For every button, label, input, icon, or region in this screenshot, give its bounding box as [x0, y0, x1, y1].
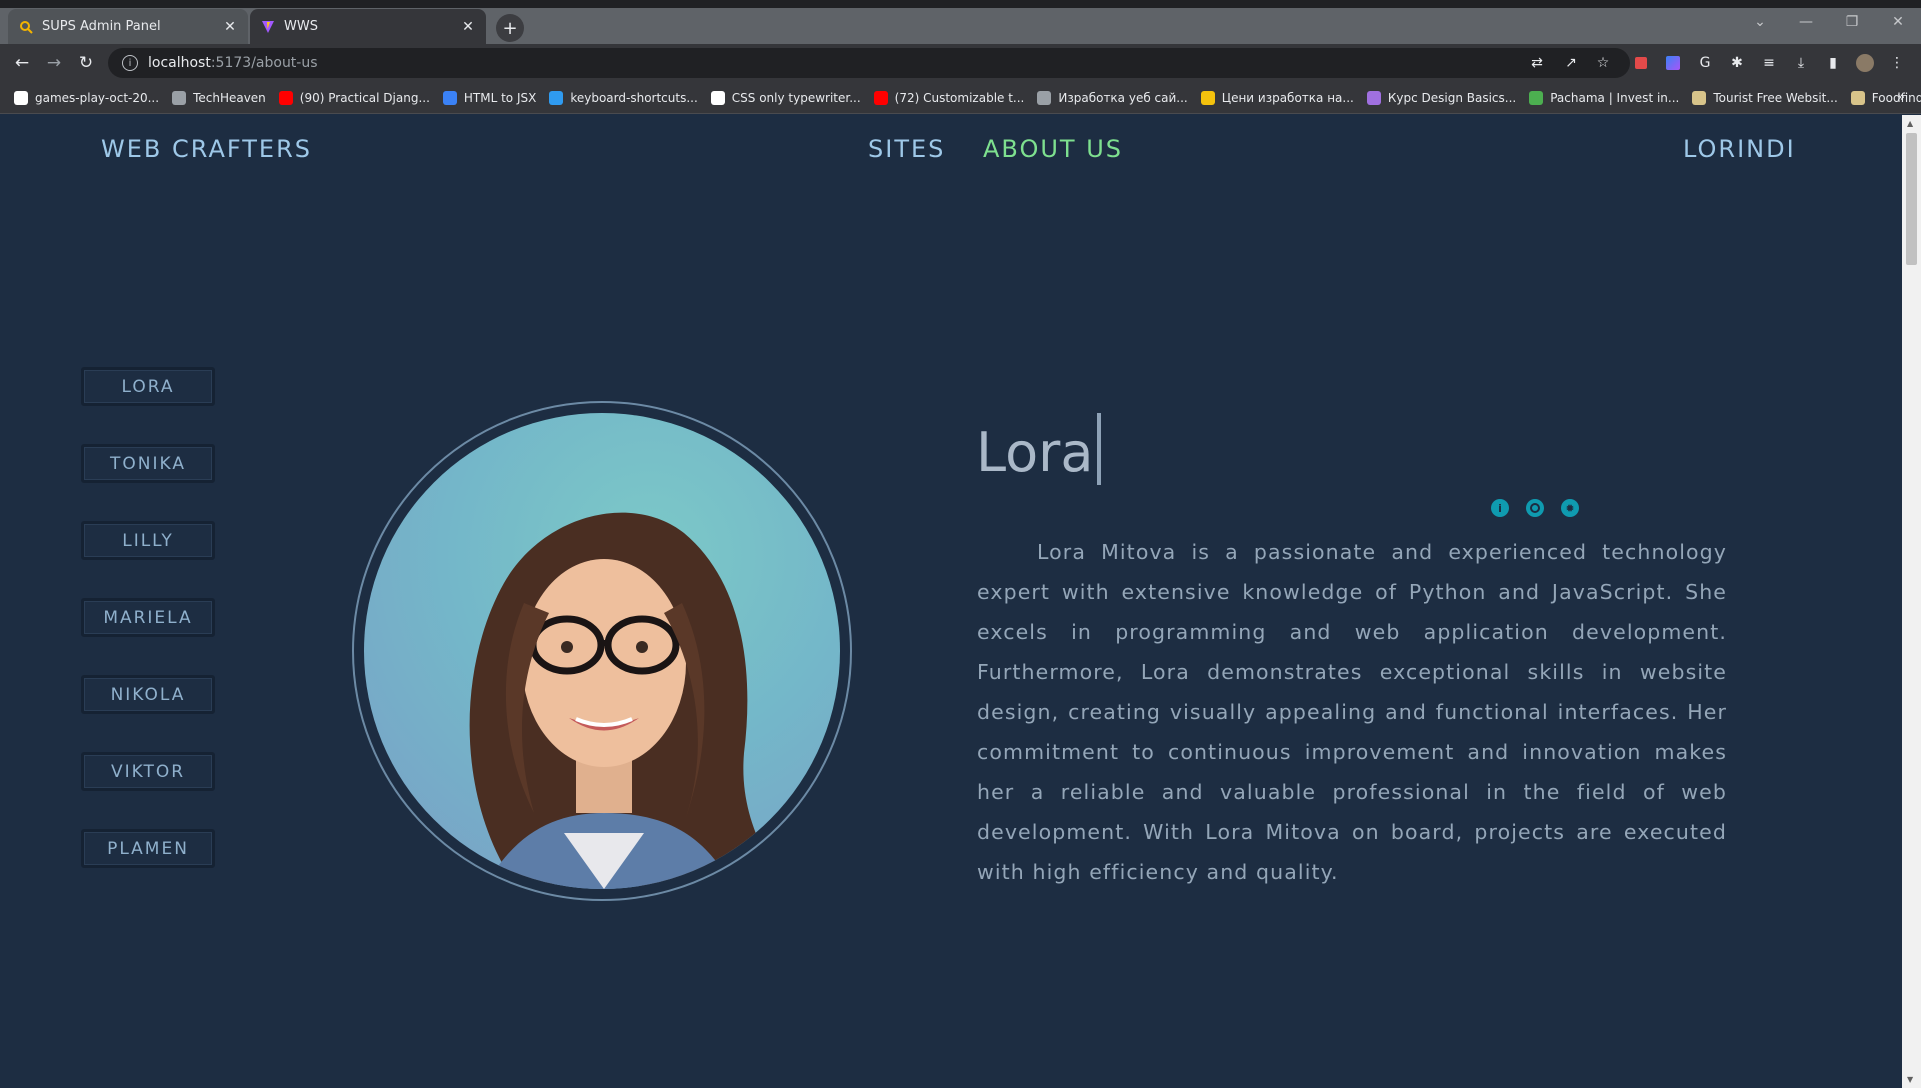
bookmarks-bar: games-play-oct-20... TechHeaven (90) Pract… — [0, 82, 1921, 114]
address-bar: ← → ↻ i localhost:5173/about-us ⇄ ↗ ☆ G … — [0, 44, 1921, 82]
bookmark-item[interactable]: Изработка уеб сай... — [1037, 90, 1188, 105]
tab-search-icon[interactable]: ⌄ — [1737, 8, 1783, 36]
bookmark-item[interactable]: CSS only typewriter... — [710, 90, 861, 105]
bookmark-item[interactable]: (72) Customizable t... — [873, 90, 1025, 105]
profile-photo — [364, 413, 840, 889]
bookmark-label: Tourist Free Websit... — [1713, 90, 1838, 105]
close-tab-icon[interactable]: ✕ — [460, 19, 476, 35]
tab-title: WWS — [284, 19, 318, 34]
github-icon[interactable] — [1526, 499, 1544, 517]
scroll-up-icon[interactable]: ▲ — [1907, 119, 1913, 128]
bookmark-label: Цени изработка на... — [1221, 90, 1354, 105]
close-tab-icon[interactable]: ✕ — [222, 19, 238, 35]
bookmark-favicon-icon — [278, 90, 293, 105]
bookmark-favicon-icon — [549, 90, 564, 105]
extension-red-icon[interactable] — [1632, 54, 1650, 72]
bookmark-favicon-icon — [710, 90, 725, 105]
side-panel-icon[interactable]: ▮ — [1824, 54, 1842, 72]
bookmark-favicon-icon — [14, 90, 28, 105]
bookmark-label: games-play-oct-20... — [35, 90, 160, 105]
bookmark-star-icon[interactable]: ☆ — [1594, 54, 1612, 72]
bookmark-item[interactable]: Курс Design Basics... — [1366, 90, 1517, 105]
menu-kebab-icon[interactable]: ⋮ — [1888, 54, 1906, 72]
tab-wws[interactable]: WWS ✕ — [250, 9, 486, 44]
bookmark-favicon-icon — [1850, 90, 1865, 105]
tab-title: SUPS Admin Panel — [42, 19, 161, 34]
reload-icon[interactable]: ↻ — [74, 51, 98, 75]
bookmark-label: (90) Practical Djang... — [299, 90, 430, 105]
bookmark-item[interactable]: games-play-oct-20... — [14, 90, 160, 105]
share-icon[interactable]: ↗ — [1562, 54, 1580, 72]
bookmark-item[interactable]: Foodfinda Free We... — [1850, 90, 1921, 105]
new-tab-button[interactable]: + — [496, 14, 524, 42]
member-button-nikola[interactable]: NIKOLA — [81, 675, 215, 714]
page-scrollbar[interactable]: ▲ ▼ — [1902, 115, 1921, 1088]
scrollbar-thumb[interactable] — [1906, 133, 1917, 265]
browser-tab-bar: SUPS Admin Panel ✕ WWS ✕ + ⌄ — ❐ ✕ — [0, 0, 1921, 44]
bookmark-favicon-icon — [1529, 90, 1544, 105]
nav-about-us[interactable]: ABOUT US — [983, 135, 1123, 163]
forward-arrow-icon[interactable]: → — [42, 51, 66, 75]
profile-bio: Lora Mitova is a passionate and experien… — [977, 540, 1727, 884]
bookmark-item[interactable]: Цени изработка на... — [1200, 90, 1354, 105]
close-window-button[interactable]: ✕ — [1875, 8, 1921, 36]
extensions-puzzle-icon[interactable]: ✱ — [1728, 54, 1746, 72]
gear-icon[interactable]: ✹ — [1561, 499, 1579, 517]
site-info-icon[interactable]: i — [122, 55, 138, 71]
bookmarks-overflow-icon[interactable]: » — [1897, 90, 1905, 105]
bookmark-label: CSS only typewriter... — [731, 90, 861, 105]
bookmark-label: Pachama | Invest in... — [1550, 90, 1680, 105]
bookmark-favicon-icon — [1037, 90, 1052, 105]
scroll-down-icon[interactable]: ▼ — [1907, 1075, 1913, 1084]
bookmark-favicon-icon — [1692, 90, 1707, 105]
profile-name: Lora — [976, 421, 1094, 484]
bookmark-item[interactable]: HTML to JSX — [442, 90, 537, 105]
member-button-plamen[interactable]: PLAMEN — [81, 829, 215, 868]
bookmark-favicon-icon — [873, 90, 888, 105]
brand-logo[interactable]: WEB CRAFTERS — [101, 135, 312, 163]
url-host: localhost — [148, 55, 211, 71]
typewriter-caret — [1097, 413, 1102, 485]
bookmark-item[interactable]: Pachama | Invest in... — [1529, 90, 1680, 105]
bookmark-label: Изработка уеб сай... — [1058, 90, 1188, 105]
bookmark-favicon-icon — [1366, 90, 1381, 105]
grammarly-icon[interactable]: G — [1696, 54, 1714, 72]
member-button-viktor[interactable]: VIKTOR — [81, 752, 215, 791]
bookmark-item[interactable]: Tourist Free Websit... — [1692, 90, 1838, 105]
bookmark-label: TechHeaven — [193, 90, 266, 105]
bookmark-label: (72) Customizable t... — [894, 90, 1025, 105]
bookmark-label: HTML to JSX — [463, 90, 537, 105]
member-button-lora[interactable]: LORA — [81, 367, 215, 406]
bookmark-label: keyboard-shortcuts... — [570, 90, 698, 105]
team-member-list: LORA TONIKA LILLY MARIELA NIKOLA VIKTOR … — [81, 367, 217, 906]
bookmark-favicon-icon — [1200, 90, 1215, 105]
bookmark-item[interactable]: keyboard-shortcuts... — [549, 90, 698, 105]
nav-user-profile[interactable]: LORINDI — [1683, 135, 1796, 163]
bookmark-item[interactable]: TechHeaven — [172, 90, 266, 105]
tab-sups-admin[interactable]: SUPS Admin Panel ✕ — [8, 9, 248, 44]
bookmark-favicon-icon — [442, 90, 457, 105]
minimize-button[interactable]: — — [1783, 8, 1829, 36]
member-button-mariela[interactable]: MARIELA — [81, 598, 215, 637]
info-icon[interactable]: i — [1491, 499, 1509, 517]
member-button-tonika[interactable]: TONIKA — [81, 444, 215, 483]
about-us-page: WEB CRAFTERS SITES ABOUT US LORINDI LORA… — [0, 115, 1902, 1088]
bookmark-favicon-icon — [172, 90, 187, 105]
back-arrow-icon[interactable]: ← — [10, 51, 34, 75]
nav-sites[interactable]: SITES — [868, 135, 945, 163]
download-icon[interactable]: ⤓ — [1792, 54, 1810, 72]
profile-name-heading: Lora — [976, 413, 1102, 485]
search-magnifier-icon — [18, 19, 34, 35]
extension-gradient-icon[interactable] — [1664, 54, 1682, 72]
translate-icon[interactable]: ⇄ — [1528, 54, 1546, 72]
vite-icon — [260, 19, 276, 35]
profile-avatar-icon[interactable] — [1856, 54, 1874, 72]
member-button-lilly[interactable]: LILLY — [81, 521, 215, 560]
url-input[interactable]: i localhost:5173/about-us — [108, 48, 1630, 78]
media-queue-icon[interactable]: ≡ — [1760, 54, 1778, 72]
bookmark-label: Курс Design Basics... — [1387, 90, 1517, 105]
restore-button[interactable]: ❐ — [1829, 8, 1875, 36]
bookmark-item[interactable]: (90) Practical Djang... — [278, 90, 430, 105]
url-path: :5173/about-us — [210, 55, 318, 71]
